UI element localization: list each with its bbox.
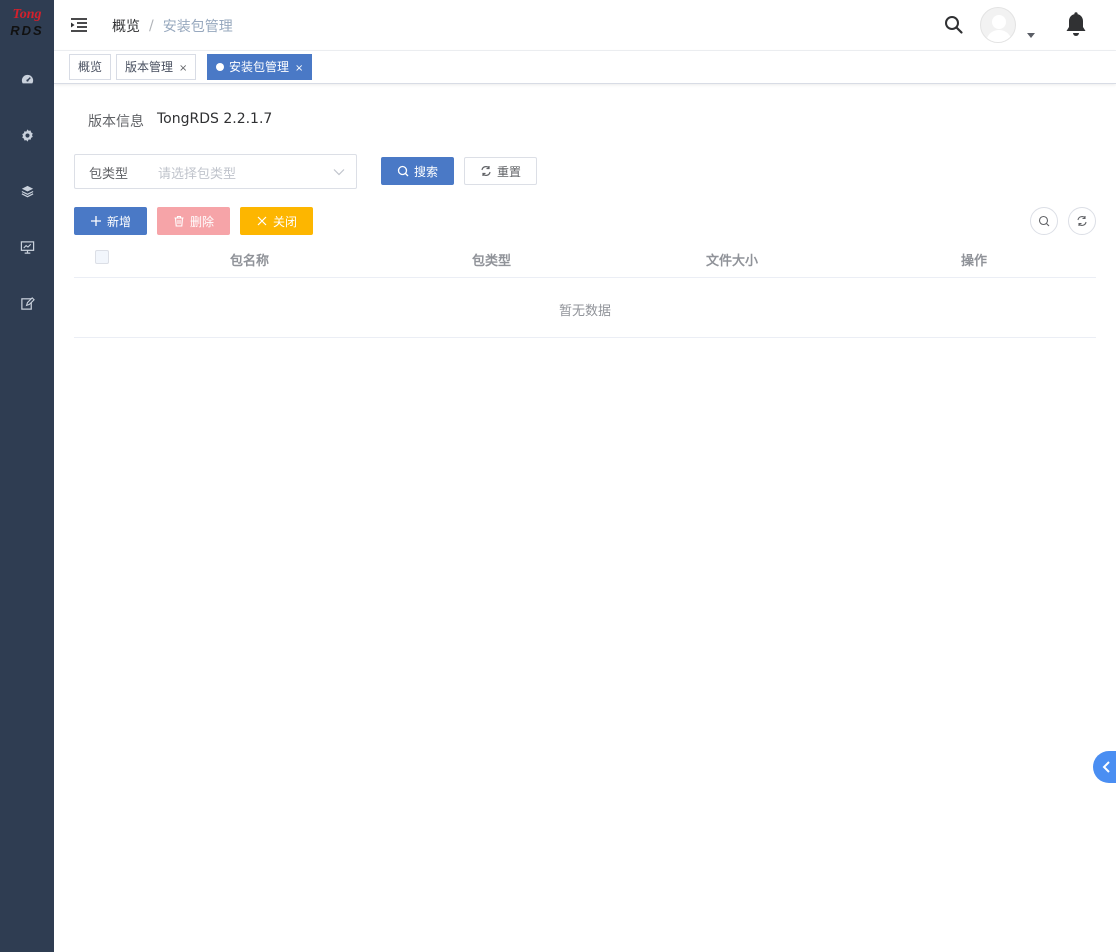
column-package-name: 包名称 <box>230 254 270 269</box>
trash-icon <box>174 215 184 227</box>
breadcrumb: 概览 / 安装包管理 <box>112 16 233 36</box>
plus-icon <box>90 216 101 226</box>
right-panel-toggle[interactable] <box>1093 751 1116 783</box>
refresh-table-button[interactable] <box>1068 207 1096 235</box>
package-table: 包名称 包类型 文件大小 操作 暂无数据 <box>74 240 1096 338</box>
sidebar-item-settings[interactable] <box>17 125 37 145</box>
logo: Tong RDS <box>0 8 54 42</box>
version-label: 版本信息 <box>88 114 144 130</box>
tag-label: 版本管理 <box>125 60 174 74</box>
logo-line1: Tong <box>12 7 42 22</box>
tags-view: 概览 版本管理 × 安装包管理 × <box>54 51 1116 84</box>
column-actions: 操作 <box>961 254 988 269</box>
chevron-down-icon[interactable] <box>333 167 345 177</box>
sidebar-item-layers[interactable] <box>17 181 37 201</box>
edit-icon <box>20 296 35 310</box>
refresh-icon <box>1077 216 1087 226</box>
delete-button-label: 删除 <box>189 214 214 229</box>
sidebar-item-dashboard[interactable] <box>17 69 37 89</box>
close-icon <box>257 216 267 226</box>
logo-line2: RDS <box>10 23 44 38</box>
search-icon <box>1038 215 1050 227</box>
package-type-select[interactable]: 请选择包类型 <box>158 163 236 182</box>
package-type-filter[interactable]: 包类型 请选择包类型 <box>74 154 357 189</box>
gear-icon <box>21 128 33 142</box>
sidebar-item-monitor[interactable] <box>17 237 37 257</box>
column-file-size: 文件大小 <box>706 254 759 269</box>
user-menu-caret-icon[interactable] <box>1027 33 1035 38</box>
tag-close-icon[interactable]: × <box>179 57 187 81</box>
add-button-label: 新增 <box>106 214 131 229</box>
user-avatar-icon <box>986 15 1012 42</box>
empty-text: 暂无数据 <box>558 304 611 319</box>
select-all-checkbox[interactable] <box>95 250 109 264</box>
table-empty-row: 暂无数据 <box>74 278 1096 338</box>
search-icon <box>397 165 409 177</box>
close-button-label: 关闭 <box>272 214 297 229</box>
version-value: TongRDS 2.2.1.7 <box>157 111 273 127</box>
sidebar: Tong RDS <box>0 0 54 952</box>
dashboard-icon <box>21 74 33 83</box>
tag-label: 概览 <box>78 60 103 74</box>
table-header: 包名称 包类型 文件大小 操作 <box>74 240 1096 278</box>
search-button-label: 搜索 <box>413 164 438 179</box>
active-dot-icon <box>216 63 224 71</box>
refresh-icon <box>481 166 491 176</box>
hamburger-icon[interactable] <box>70 16 88 34</box>
add-button[interactable]: 新增 <box>74 207 147 235</box>
tag-package-management[interactable]: 安装包管理 × <box>207 54 313 81</box>
monitor-icon <box>20 240 34 254</box>
reset-button-label: 重置 <box>496 164 521 179</box>
search-button[interactable]: 搜索 <box>381 157 454 185</box>
tag-version-management[interactable]: 版本管理 × <box>116 54 197 81</box>
tag-label: 安装包管理 <box>229 60 290 74</box>
toggle-search-button[interactable] <box>1030 207 1058 235</box>
top-header: 概览 / 安装包管理 <box>54 0 1116 51</box>
breadcrumb-overview[interactable]: 概览 <box>112 16 140 36</box>
column-package-type: 包类型 <box>472 254 512 269</box>
delete-button[interactable]: 删除 <box>157 207 230 235</box>
reset-button[interactable]: 重置 <box>464 157 537 185</box>
tag-close-icon[interactable]: × <box>295 57 303 81</box>
close-button[interactable]: 关闭 <box>240 207 313 235</box>
chevron-left-icon <box>1102 761 1110 773</box>
breadcrumb-current: 安装包管理 <box>162 19 233 35</box>
layers-icon <box>21 185 33 197</box>
sidebar-item-edit[interactable] <box>17 293 37 313</box>
bell-icon[interactable] <box>1065 12 1087 38</box>
avatar[interactable] <box>980 7 1016 43</box>
tag-overview[interactable]: 概览 <box>69 54 112 80</box>
package-type-label: 包类型 <box>89 167 129 182</box>
search-icon[interactable] <box>944 15 964 35</box>
breadcrumb-separator: / <box>149 18 154 34</box>
